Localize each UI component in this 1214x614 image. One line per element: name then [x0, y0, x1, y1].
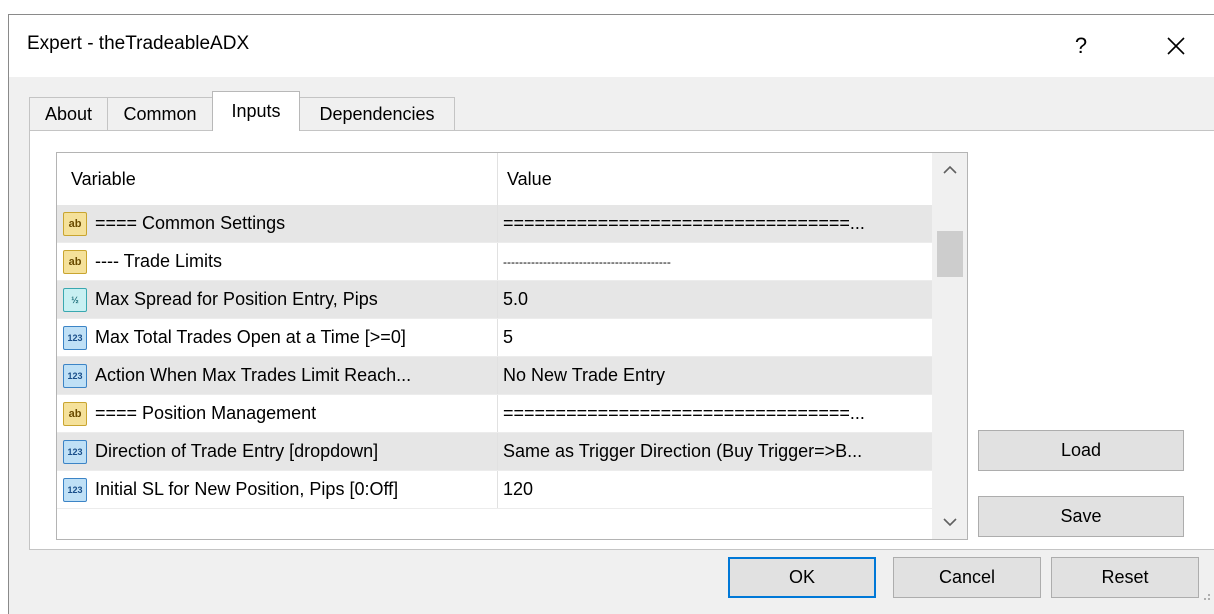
load-button[interactable]: Load	[978, 430, 1184, 471]
variable-name: Direction of Trade Entry [dropdown]	[95, 441, 379, 461]
value-cell[interactable]: Same as Trigger Direction (Buy Trigger=>…	[503, 433, 927, 470]
double-type-icon: ½	[63, 287, 87, 312]
variable-cell: 123 Direction of Trade Entry [dropdown]	[63, 433, 497, 470]
close-button[interactable]	[1151, 26, 1201, 66]
integer-type-icon: 123	[63, 325, 87, 350]
grid-header: Variable Value	[57, 153, 932, 206]
integer-type-icon: 123	[63, 439, 87, 464]
integer-type-icon: 123	[63, 363, 87, 388]
value-cell[interactable]: 5	[503, 319, 927, 356]
tab-about[interactable]: About	[29, 97, 108, 130]
cancel-button[interactable]: Cancel	[893, 557, 1041, 598]
column-header-value[interactable]: Value	[507, 153, 552, 205]
close-icon	[1167, 37, 1185, 55]
string-type-icon: ab	[63, 211, 87, 236]
variable-cell: 123 Action When Max Trades Limit Reach..…	[63, 357, 497, 394]
resize-grip-icon[interactable]	[1199, 591, 1211, 603]
value-cell[interactable]: 120	[503, 471, 927, 508]
chevron-down-icon	[942, 518, 957, 527]
chevron-up-icon	[942, 165, 957, 174]
tab-common[interactable]: Common	[107, 97, 213, 130]
variable-name: ==== Position Management	[95, 403, 317, 423]
variable-cell: 123 Initial SL for New Position, Pips [0…	[63, 471, 497, 508]
input-row[interactable]: 123 Initial SL for New Position, Pips [0…	[57, 471, 932, 509]
input-row[interactable]: ab ==== Position Management ============…	[57, 395, 932, 433]
inputs-grid: Variable Value ab ==== Common Settings =…	[56, 152, 968, 540]
reset-button[interactable]: Reset	[1051, 557, 1199, 598]
ok-button[interactable]: OK	[728, 557, 876, 598]
column-line	[497, 205, 498, 242]
value-cell[interactable]: ----------------------------------------…	[503, 243, 927, 280]
column-line	[497, 281, 498, 318]
column-line	[497, 243, 498, 280]
expert-dialog: Expert - theTradeableADX ? About Common …	[8, 14, 1214, 614]
variable-cell: ab ==== Position Management	[63, 395, 497, 432]
tab-inputs[interactable]: Inputs	[212, 91, 300, 131]
column-header-variable[interactable]: Variable	[71, 153, 136, 205]
variable-cell: ½ Max Spread for Position Entry, Pips	[63, 281, 497, 318]
column-line	[497, 319, 498, 356]
tab-dependencies[interactable]: Dependencies	[299, 97, 455, 130]
scroll-thumb[interactable]	[937, 231, 963, 277]
column-divider[interactable]	[497, 153, 498, 205]
column-line	[497, 395, 498, 432]
column-line	[497, 433, 498, 470]
variable-name: Action When Max Trades Limit Reach...	[95, 365, 412, 385]
input-row[interactable]: 123 Action When Max Trades Limit Reach..…	[57, 357, 932, 395]
value-cell[interactable]: No New Trade Entry	[503, 357, 927, 394]
string-type-icon: ab	[63, 401, 87, 426]
value-cell[interactable]: =================================...	[503, 395, 927, 432]
value-cell[interactable]: 5.0	[503, 281, 927, 318]
integer-type-icon: 123	[63, 477, 87, 502]
vertical-scrollbar[interactable]	[932, 153, 967, 539]
variable-cell: ab ---- Trade Limits	[63, 243, 497, 280]
save-button[interactable]: Save	[978, 496, 1184, 537]
title-bar: Expert - theTradeableADX ?	[9, 15, 1214, 77]
variable-cell: 123 Max Total Trades Open at a Time [>=0…	[63, 319, 497, 356]
value-cell[interactable]: =================================...	[503, 205, 927, 242]
input-row[interactable]: ab ---- Trade Limits -------------------…	[57, 243, 932, 281]
column-line	[497, 471, 498, 508]
scroll-up-button[interactable]	[932, 153, 967, 187]
help-icon: ?	[1074, 33, 1088, 58]
variable-name: ---- Trade Limits	[95, 251, 223, 271]
input-row[interactable]: 123 Max Total Trades Open at a Time [>=0…	[57, 319, 932, 357]
window-title: Expert - theTradeableADX	[27, 33, 250, 54]
help-button[interactable]: ?	[1059, 26, 1103, 66]
inputs-panel: Variable Value ab ==== Common Settings =…	[29, 130, 1214, 550]
variable-name: Initial SL for New Position, Pips [0:Off…	[95, 479, 399, 499]
column-line	[497, 357, 498, 394]
variable-name: ==== Common Settings	[95, 213, 286, 233]
input-row[interactable]: ab ==== Common Settings ================…	[57, 205, 932, 243]
input-row[interactable]: 123 Direction of Trade Entry [dropdown] …	[57, 433, 932, 471]
variable-cell: ab ==== Common Settings	[63, 205, 497, 242]
scroll-down-button[interactable]	[932, 505, 967, 539]
input-row[interactable]: ½ Max Spread for Position Entry, Pips 5.…	[57, 281, 932, 319]
string-type-icon: ab	[63, 249, 87, 274]
variable-name: Max Total Trades Open at a Time [>=0]	[95, 327, 406, 347]
variable-name: Max Spread for Position Entry, Pips	[95, 289, 378, 309]
